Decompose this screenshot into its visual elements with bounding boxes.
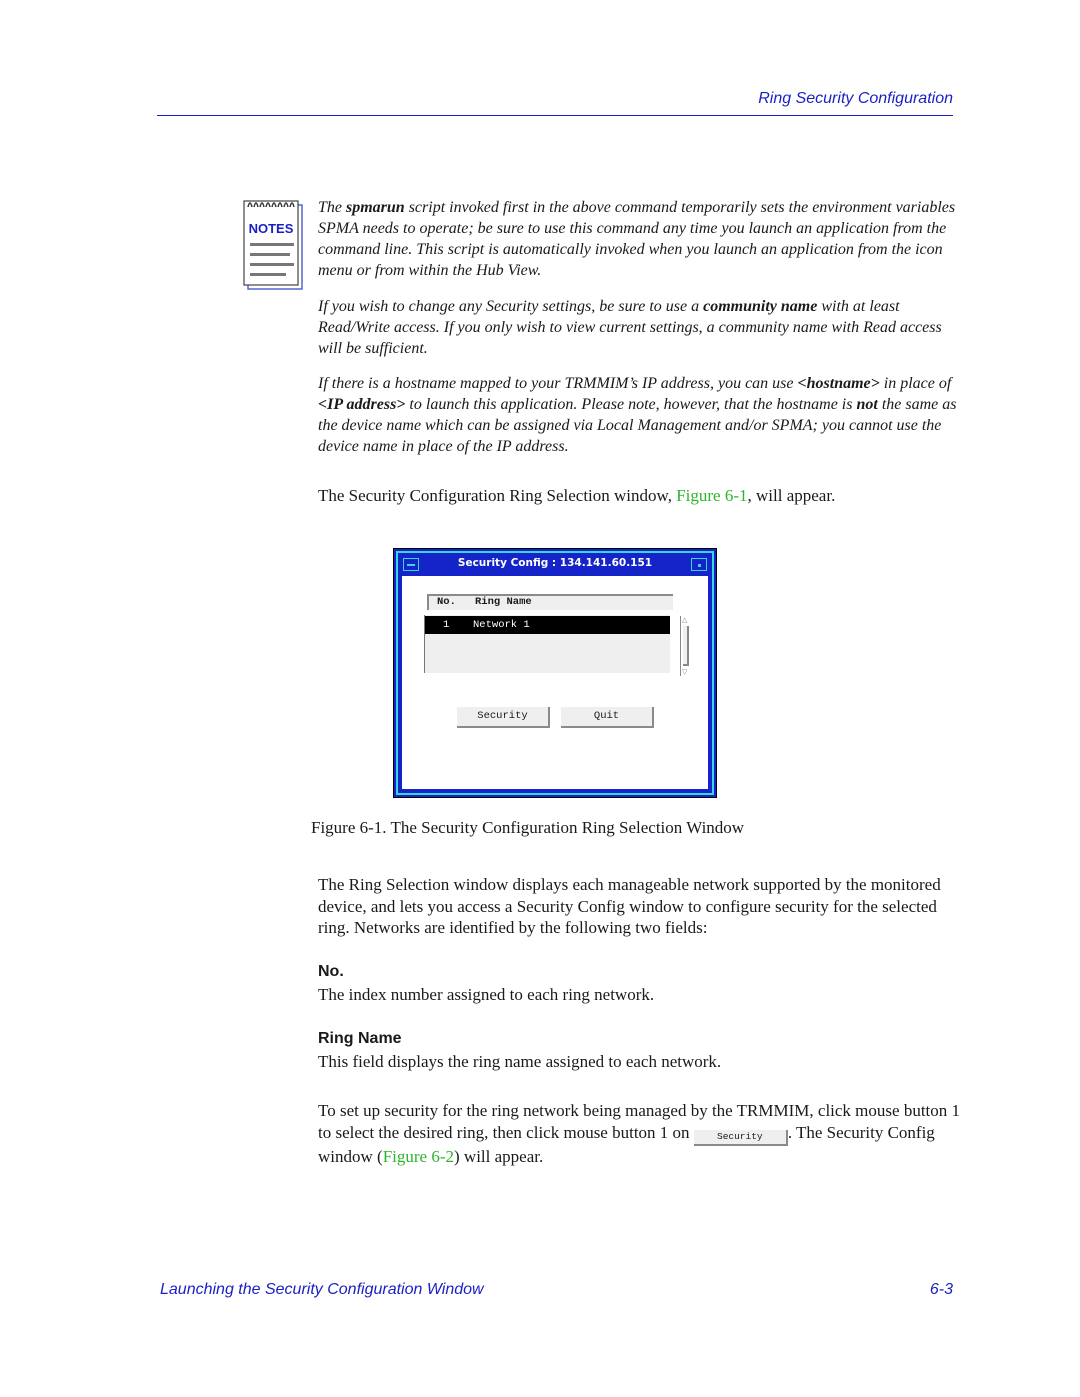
row-no: 1	[443, 619, 450, 631]
list-row-selected[interactable]: 1 Network 1	[425, 616, 670, 634]
figure-6-2-link[interactable]: Figure 6-2	[383, 1147, 454, 1166]
notes-icon: NOTES	[242, 197, 304, 291]
note-paragraph: If you wish to change any Security setti…	[318, 298, 942, 357]
setup-paragraph: To set up security for the ring network …	[318, 1101, 961, 1166]
ring-list[interactable]: 1 Network 1	[424, 615, 670, 673]
figure-caption: Figure 6-1. The Security Configuration R…	[311, 818, 745, 837]
window-title: Security Config : 134.141.60.151	[457, 557, 653, 569]
page-number: 6-3	[929, 1281, 953, 1298]
header-rule	[157, 115, 953, 116]
inline-security-button: Security	[693, 1129, 788, 1146]
term-spmarun: spmarun	[346, 199, 405, 216]
column-header-ring-name: Ring Name	[475, 596, 532, 608]
list-header: No. Ring Name	[427, 594, 673, 610]
window-titlebar[interactable]: Security Config : 134.141.60.151	[401, 556, 709, 574]
scroll-thumb[interactable]	[683, 626, 689, 666]
column-header-no: No.	[437, 596, 456, 608]
description-paragraph: The Ring Selection window displays each …	[318, 875, 941, 937]
note-paragraph: The spmarun script invoked first in the …	[318, 199, 956, 279]
list-scrollbar[interactable]: △ ▽	[680, 616, 690, 676]
security-config-window: Security Config : 134.141.60.151 No. Rin…	[393, 548, 717, 798]
field-desc-no: The index number assigned to each ring n…	[318, 985, 655, 1004]
intro-paragraph: The Security Configuration Ring Selectio…	[318, 486, 836, 505]
scroll-up-arrow-icon[interactable]: △	[682, 616, 687, 624]
note-paragraph: If there is a hostname mapped to your TR…	[318, 375, 957, 455]
window-client: No. Ring Name 1 Network 1 △ ▽ Security Q…	[402, 576, 708, 789]
quit-button[interactable]: Quit	[561, 707, 654, 728]
running-header: Ring Security Configuration	[758, 90, 953, 107]
term-community-name: community name	[703, 298, 818, 315]
running-footer: Launching the Security Configuration Win…	[160, 1281, 484, 1298]
minimize-icon[interactable]	[691, 558, 707, 571]
security-button[interactable]: Security	[457, 707, 550, 728]
field-label-no: No.	[318, 963, 344, 980]
notes-icon-label: NOTES	[249, 221, 294, 236]
field-label-ring-name: Ring Name	[318, 1030, 402, 1047]
figure-6-1-link[interactable]: Figure 6-1	[676, 486, 747, 505]
scroll-down-arrow-icon[interactable]: ▽	[682, 668, 687, 676]
field-desc-ring-name: This field displays the ring name assign…	[318, 1052, 722, 1071]
row-ring-name: Network 1	[473, 619, 530, 631]
